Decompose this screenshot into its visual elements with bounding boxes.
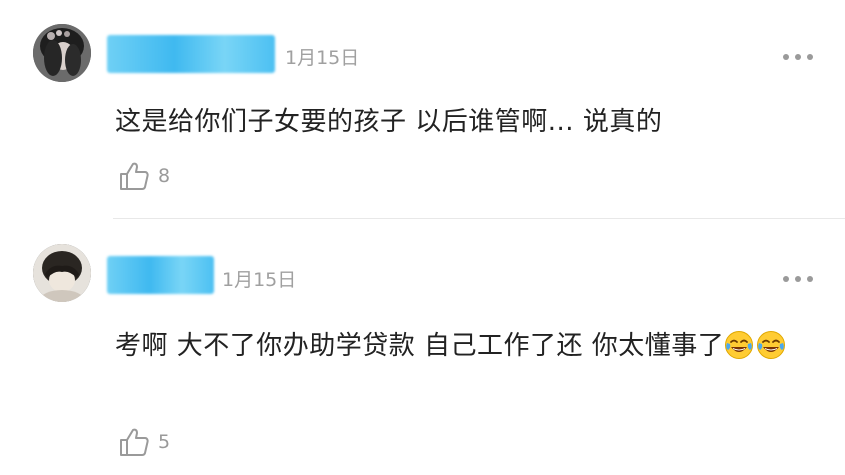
avatar-image	[33, 244, 91, 302]
thumbs-up-icon	[120, 428, 149, 456]
like-button[interactable]: 5	[118, 427, 170, 457]
thumbs-up-icon	[120, 162, 149, 190]
like-count: 8	[158, 165, 171, 187]
comment-item: 1月15日 考啊 大不了你办助学贷款 自己工作了还 你太懂事了 5	[0, 220, 845, 475]
divider	[113, 218, 845, 219]
comment-date: 1月15日	[285, 47, 360, 69]
like-count: 5	[158, 431, 171, 453]
tears-of-joy-emoji-icon	[724, 330, 754, 360]
comment-text: 这是给你们子女要的孩子 以后谁管啊... 说真的	[115, 107, 663, 137]
more-options-icon[interactable]	[783, 53, 813, 61]
username-redacted[interactable]	[107, 256, 214, 294]
avatar[interactable]	[33, 24, 91, 82]
comment-date: 1月15日	[222, 269, 297, 291]
like-button[interactable]: 8	[118, 161, 170, 191]
more-options-icon[interactable]	[783, 275, 813, 283]
username-redacted[interactable]	[107, 35, 275, 73]
comment-item: 1月15日 这是给你们子女要的孩子 以后谁管啊... 说真的 8	[0, 0, 845, 218]
tears-of-joy-emoji-icon	[756, 330, 786, 360]
comment-list: 1月15日 这是给你们子女要的孩子 以后谁管啊... 说真的 8 1月15日 考…	[0, 0, 845, 475]
avatar[interactable]	[33, 244, 91, 302]
avatar-image	[33, 24, 91, 82]
comment-text: 考啊 大不了你办助学贷款 自己工作了还 你太懂事了	[115, 324, 825, 368]
